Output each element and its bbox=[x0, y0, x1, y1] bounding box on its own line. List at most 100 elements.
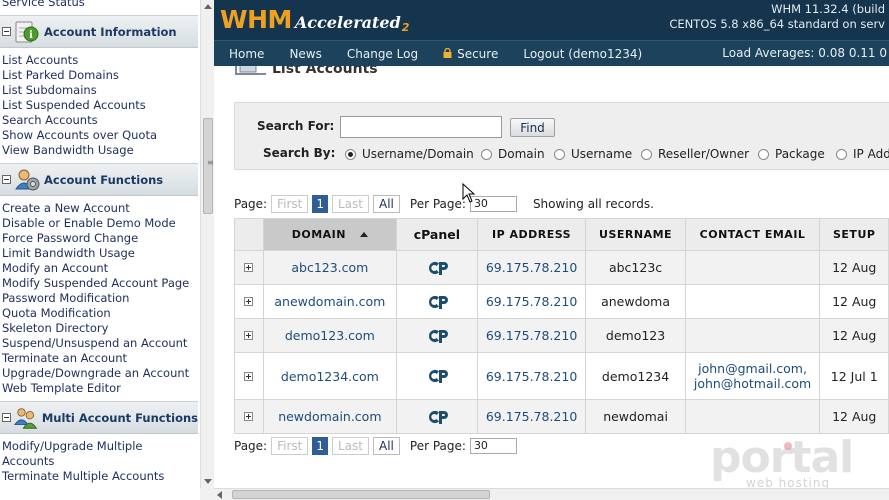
search-input[interactable] bbox=[340, 116, 502, 138]
sidebar-item-service-status[interactable]: Service Status bbox=[0, 0, 85, 10]
expand-icon[interactable] bbox=[244, 297, 254, 306]
expand-cell[interactable] bbox=[234, 284, 264, 319]
all-pages-button[interactable]: All bbox=[373, 195, 400, 213]
expand-icon[interactable] bbox=[244, 412, 254, 421]
expand-icon[interactable] bbox=[244, 371, 254, 381]
column-header-domain[interactable]: Domain bbox=[262, 218, 398, 251]
sidebar-item-modify-suspended-page[interactable]: Modify Suspended Account Page bbox=[0, 276, 198, 291]
current-page-button[interactable]: 1 bbox=[312, 437, 328, 455]
sidebar-item-search-accounts[interactable]: Search Accounts bbox=[0, 113, 198, 128]
sidebar-item-list-parked-domains[interactable]: List Parked Domains bbox=[0, 68, 198, 83]
sidebar-item-terminate-account[interactable]: Terminate an Account bbox=[0, 351, 198, 366]
cpanel-cell[interactable] bbox=[396, 318, 478, 353]
sidebar-item-modify-account[interactable]: Modify an Account bbox=[0, 261, 198, 276]
sidebar-item-upgrade-downgrade[interactable]: Upgrade/Downgrade an Account bbox=[0, 366, 198, 381]
sidebar-item-show-accounts-over-quota[interactable]: Show Accounts over Quota bbox=[0, 128, 198, 143]
radio-button[interactable] bbox=[641, 148, 652, 160]
ip-cell[interactable]: 69.175.78.210 bbox=[476, 250, 587, 285]
current-page-button[interactable]: 1 bbox=[312, 195, 328, 213]
domain-cell[interactable]: abc123.com bbox=[262, 250, 398, 285]
sidebar-scrollbar[interactable]: ≡ bbox=[200, 0, 214, 488]
column-header-ip-address[interactable]: IP Address bbox=[476, 218, 587, 251]
radio-domain[interactable]: Domain bbox=[481, 147, 545, 161]
expand-icon[interactable] bbox=[244, 331, 254, 340]
expand-cell[interactable] bbox=[234, 352, 264, 400]
scroll-left-icon[interactable] bbox=[217, 491, 222, 499]
column-header-contact-email[interactable]: Contact Email bbox=[684, 218, 821, 251]
radio-username[interactable]: Username bbox=[554, 147, 632, 161]
collapse-icon[interactable] bbox=[2, 175, 11, 184]
cpanel-icon[interactable] bbox=[426, 328, 448, 344]
sidebar-header-account-functions[interactable]: Account Functions bbox=[0, 163, 198, 196]
sidebar-item-suspend-account[interactable]: Suspend/Unsuspend an Account bbox=[0, 336, 198, 351]
sidebar-item-create-account[interactable]: Create a New Account bbox=[0, 201, 198, 216]
radio-package[interactable]: Package bbox=[758, 147, 825, 161]
email-line[interactable]: john@gmail.com, bbox=[686, 361, 820, 376]
email-line[interactable]: john@hotmail.com bbox=[686, 376, 820, 391]
sidebar-header-multi-account-functions[interactable]: Multi Account Functions bbox=[0, 401, 198, 434]
sidebar-item-web-template-editor[interactable]: Web Template Editor bbox=[0, 381, 198, 396]
radio-button[interactable] bbox=[481, 148, 492, 160]
radio-button[interactable] bbox=[836, 148, 847, 160]
ip-cell[interactable]: 69.175.78.210 bbox=[476, 352, 587, 400]
sidebar-item-list-accounts[interactable]: List Accounts bbox=[0, 53, 198, 68]
collapse-icon[interactable] bbox=[2, 413, 11, 422]
sidebar-item-list-suspended-accounts[interactable]: List Suspended Accounts bbox=[0, 98, 198, 113]
horizontal-scroll-thumb[interactable] bbox=[232, 490, 490, 499]
nav-secure[interactable]: Secure bbox=[443, 47, 498, 61]
column-header-cpanel[interactable]: cPanel bbox=[396, 218, 478, 251]
nav-logout[interactable]: Logout (demo1234) bbox=[523, 47, 642, 61]
sidebar-item-password-modification[interactable]: Password Modification bbox=[0, 291, 198, 306]
find-button[interactable]: Find bbox=[510, 118, 555, 137]
all-pages-button[interactable]: All bbox=[373, 437, 400, 455]
cpanel-icon[interactable] bbox=[426, 260, 448, 276]
nav-change-log[interactable]: Change Log bbox=[347, 47, 418, 61]
domain-cell[interactable]: demo1234.com bbox=[262, 352, 398, 400]
nav-news[interactable]: News bbox=[289, 47, 321, 61]
expand-cell[interactable] bbox=[234, 250, 264, 285]
domain-cell[interactable]: demo123.com bbox=[262, 318, 398, 353]
column-header-username[interactable]: Username bbox=[585, 218, 686, 251]
whm-logo[interactable]: WHM Accelerated 2 bbox=[220, 5, 409, 34]
cpanel-cell[interactable] bbox=[396, 250, 478, 285]
cpanel-icon[interactable] bbox=[426, 368, 448, 384]
sidebar-header-account-information[interactable]: i Account Information bbox=[0, 15, 198, 48]
radio-button[interactable] bbox=[554, 148, 565, 160]
expand-cell[interactable] bbox=[234, 318, 264, 353]
radio-ip-address[interactable]: IP Add bbox=[836, 147, 889, 161]
cpanel-icon[interactable] bbox=[426, 294, 448, 310]
expand-icon[interactable] bbox=[244, 263, 254, 272]
cpanel-cell[interactable] bbox=[396, 399, 478, 434]
radio-button[interactable] bbox=[758, 148, 769, 160]
sidebar-item-limit-bandwidth[interactable]: Limit Bandwidth Usage bbox=[0, 246, 198, 261]
cpanel-cell[interactable] bbox=[396, 284, 478, 319]
sidebar-item-modify-upgrade-multiple[interactable]: Modify/Upgrade Multiple bbox=[0, 439, 198, 454]
sidebar-item-view-bandwidth-usage[interactable]: View Bandwidth Usage bbox=[0, 143, 198, 158]
email-cell[interactable] bbox=[684, 250, 821, 285]
per-page-input[interactable]: 30 bbox=[469, 438, 517, 454]
collapse-icon[interactable] bbox=[2, 27, 11, 36]
horizontal-scrollbar[interactable] bbox=[214, 488, 889, 500]
sidebar-scroll-thumb[interactable]: ≡ bbox=[203, 118, 214, 214]
ip-cell[interactable]: 69.175.78.210 bbox=[476, 399, 587, 434]
sidebar-item-quota-modification[interactable]: Quota Modification bbox=[0, 306, 198, 321]
email-cell[interactable] bbox=[684, 399, 821, 434]
email-cell[interactable] bbox=[684, 284, 821, 319]
per-page-input[interactable]: 30 bbox=[469, 196, 517, 212]
domain-cell[interactable]: newdomain.com bbox=[262, 399, 398, 434]
sidebar-item-demo-mode[interactable]: Disable or Enable Demo Mode bbox=[0, 216, 198, 231]
expand-cell[interactable] bbox=[234, 399, 264, 434]
sidebar-item-skeleton-directory[interactable]: Skeleton Directory bbox=[0, 321, 198, 336]
radio-reseller-owner[interactable]: Reseller/Owner bbox=[641, 147, 749, 161]
email-cell[interactable] bbox=[684, 318, 821, 353]
sidebar-item-modify-upgrade-multiple-cont[interactable]: Accounts bbox=[0, 454, 198, 469]
cpanel-icon[interactable] bbox=[426, 409, 448, 425]
cpanel-cell[interactable] bbox=[396, 352, 478, 400]
sidebar-item-list-subdomains[interactable]: List Subdomains bbox=[0, 83, 198, 98]
ip-cell[interactable]: 69.175.78.210 bbox=[476, 284, 587, 319]
ip-cell[interactable]: 69.175.78.210 bbox=[476, 318, 587, 353]
column-header-setup[interactable]: Setup bbox=[819, 218, 889, 251]
sidebar-item-force-password-change[interactable]: Force Password Change bbox=[0, 231, 198, 246]
email-cell[interactable]: john@gmail.com, john@hotmail.com bbox=[684, 352, 821, 400]
scroll-down-icon[interactable] bbox=[204, 479, 212, 484]
